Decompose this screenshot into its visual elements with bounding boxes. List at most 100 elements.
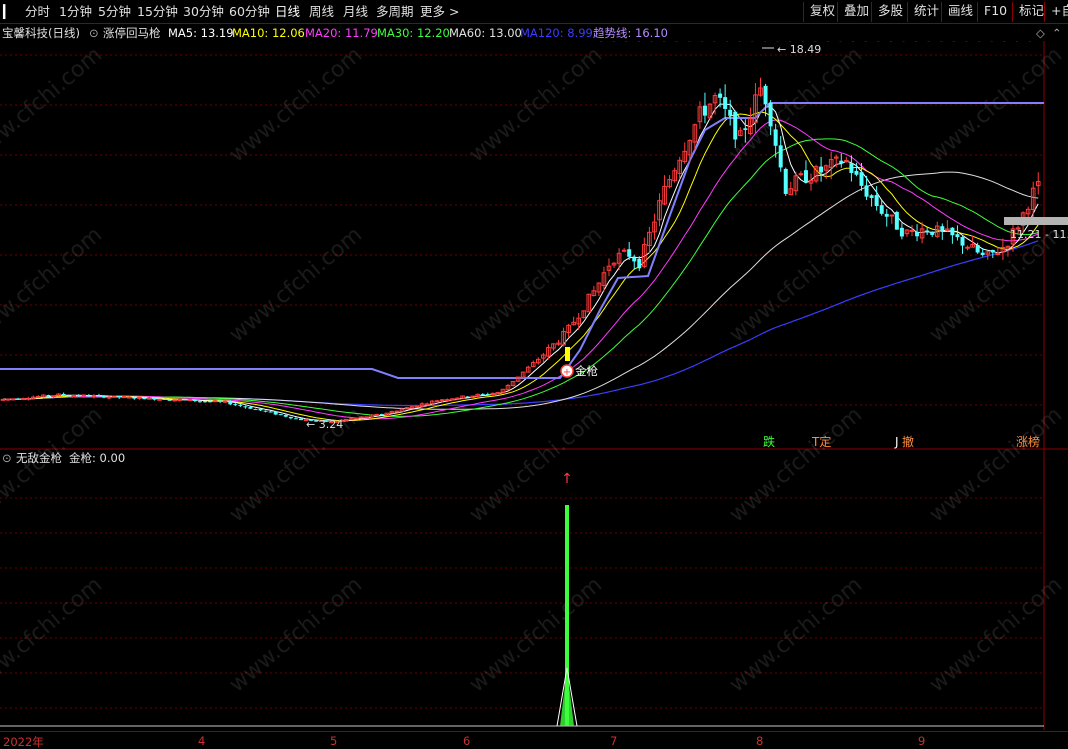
candle-body[interactable] — [253, 409, 258, 411]
candle-body[interactable] — [723, 97, 728, 109]
add-custom-button[interactable]: +自 — [1044, 2, 1068, 22]
candle-body[interactable] — [263, 410, 268, 412]
candle-body[interactable] — [117, 395, 122, 398]
candle-body[interactable] — [445, 399, 450, 402]
candle-body[interactable] — [359, 416, 364, 419]
candle-body[interactable] — [965, 246, 970, 249]
candle-body[interactable] — [192, 399, 197, 402]
candle-body[interactable] — [16, 398, 21, 400]
candle-body[interactable] — [783, 168, 788, 194]
candle-body[interactable] — [798, 173, 804, 176]
candle-body[interactable] — [768, 102, 773, 127]
fuquan-button[interactable]: 复权 — [803, 2, 841, 22]
candle-body[interactable] — [293, 418, 298, 420]
kline-chart[interactable]: www.cfchi.com www.cfchi.com www.cfchi.com w… — [0, 41, 1068, 749]
candle-body[interactable] — [743, 128, 748, 130]
candle-body[interactable] — [81, 394, 87, 397]
candle-body[interactable] — [632, 257, 637, 262]
tab-multi-period[interactable]: 多周期 — [376, 4, 414, 20]
candle-body[interactable] — [10, 398, 16, 401]
candle-body[interactable] — [102, 395, 106, 398]
tab-fenshi[interactable]: 分时 — [25, 4, 50, 20]
candle-body[interactable] — [197, 401, 202, 403]
candle-body[interactable] — [222, 400, 228, 403]
candle-body[interactable] — [364, 416, 369, 419]
candle-body[interactable] — [288, 416, 293, 419]
candle-body[interactable] — [268, 411, 273, 413]
candle-body[interactable] — [435, 400, 440, 403]
candle-body[interactable] — [25, 397, 31, 400]
indicator-collapse-icon[interactable]: ⊙ — [2, 450, 12, 466]
strategy-name[interactable]: 涨停回马枪 — [103, 25, 161, 41]
tab-5min[interactable]: 5分钟 — [98, 4, 131, 20]
candle-body[interactable] — [778, 145, 783, 168]
overlay-button[interactable]: 叠加 — [837, 2, 875, 22]
diamond-icon[interactable]: ◇ — [1036, 25, 1045, 41]
candle-body[interactable] — [71, 395, 77, 398]
candle-body[interactable] — [0, 398, 6, 401]
candle-body[interactable] — [177, 398, 183, 401]
tab-15min[interactable]: 15分钟 — [137, 4, 178, 20]
tab-daily[interactable]: 日线 — [275, 4, 300, 20]
candle-body[interactable] — [283, 414, 288, 417]
candle-body[interactable] — [894, 212, 899, 230]
tab-monthly[interactable]: 月线 — [343, 4, 368, 20]
candle-body[interactable] — [925, 230, 930, 233]
candle-body[interactable] — [773, 129, 778, 146]
candle-body[interactable] — [248, 407, 253, 409]
candle-body[interactable] — [121, 396, 127, 399]
candle-body[interactable] — [66, 395, 71, 397]
candle-body[interactable] — [990, 249, 995, 253]
draw-line-button[interactable]: 画线 — [941, 2, 979, 22]
candle-body[interactable] — [889, 214, 895, 217]
stock-name[interactable]: 宝馨科技(日线) — [2, 25, 80, 41]
multi-stock-button[interactable]: 多股 — [871, 2, 909, 22]
candle-body[interactable] — [96, 395, 101, 397]
candle-body[interactable] — [980, 252, 985, 255]
candle-body[interactable] — [203, 401, 207, 403]
tab-more[interactable]: 更多 > — [420, 4, 459, 20]
candle-body[interactable] — [803, 170, 808, 183]
candle-body[interactable] — [490, 392, 496, 395]
tab-60min[interactable]: 60分钟 — [229, 4, 270, 20]
candle-body[interactable] — [440, 399, 445, 402]
candle-body[interactable] — [728, 109, 733, 116]
candle-body[interactable] — [258, 408, 263, 411]
candle-body[interactable] — [465, 396, 470, 398]
candle-body[interactable] — [208, 401, 213, 403]
candle-body[interactable] — [344, 418, 349, 421]
candle-body[interactable] — [930, 231, 935, 235]
candle-body[interactable] — [718, 93, 723, 98]
candle-body[interactable] — [621, 249, 627, 252]
candle-body[interactable] — [839, 160, 844, 164]
candle-body[interactable] — [975, 245, 980, 253]
candle-body[interactable] — [819, 166, 824, 173]
candle-body[interactable] — [86, 395, 91, 397]
candle-body[interactable] — [627, 249, 632, 257]
candle-body[interactable] — [424, 403, 430, 406]
candle-body[interactable] — [915, 231, 920, 237]
candle-body[interactable] — [20, 398, 26, 401]
candle-body[interactable] — [909, 229, 915, 232]
f10-button[interactable]: F10 — [977, 2, 1013, 22]
candle-body[interactable] — [212, 400, 218, 403]
candle-body[interactable] — [960, 237, 965, 246]
candle-body[interactable] — [61, 393, 66, 396]
candle-body[interactable] — [162, 398, 167, 400]
toolbar-arrow-icon[interactable]: ▎ — [3, 4, 13, 20]
candle-body[interactable] — [298, 418, 303, 421]
candle-body[interactable] — [278, 414, 283, 416]
candle-body[interactable] — [844, 159, 849, 162]
candle-body[interactable] — [106, 396, 112, 399]
candle-body[interactable] — [899, 227, 904, 237]
signal-candle[interactable] — [565, 347, 570, 361]
candle-body[interactable] — [187, 399, 193, 402]
candle-body[interactable] — [132, 397, 137, 399]
candle-body[interactable] — [485, 394, 490, 396]
candle-body[interactable] — [354, 417, 359, 420]
candle-body[interactable] — [849, 163, 854, 173]
candle-body[interactable] — [46, 395, 51, 397]
chevron-up-icon[interactable]: ⌃ — [1052, 25, 1062, 41]
candle-body[interactable] — [51, 395, 56, 398]
candle-body[interactable] — [152, 397, 157, 400]
